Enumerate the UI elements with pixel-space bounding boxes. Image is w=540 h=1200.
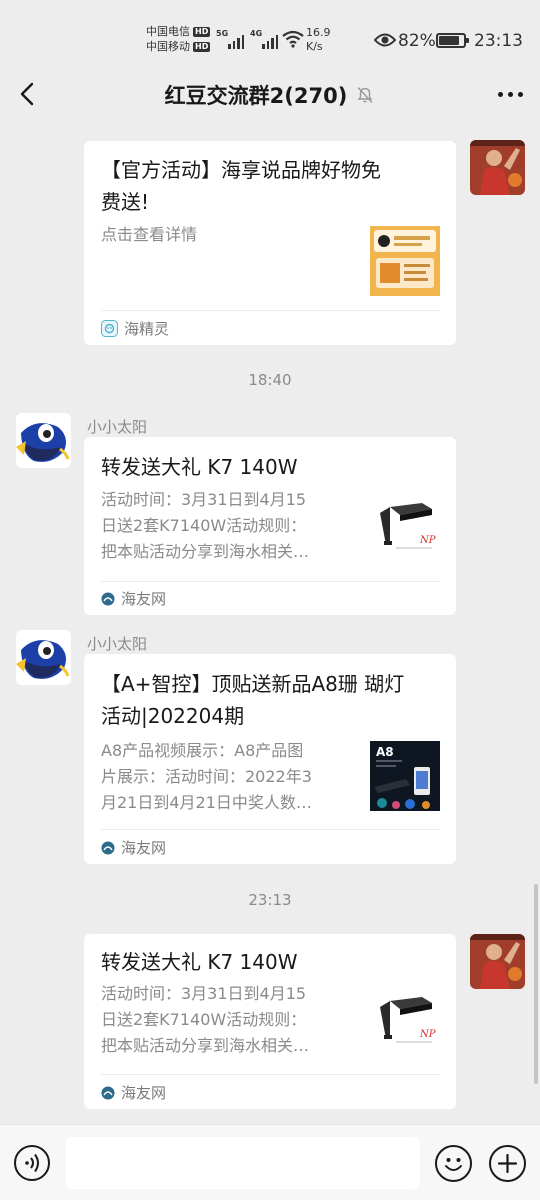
card-title: 【官方活动】海享说品牌好物免 费送! (101, 158, 381, 214)
link-card-message[interactable]: 转发送大礼 K7 140W 活动时间：3月31日到4月15 日送2套K7140W… (84, 437, 456, 615)
emoji-button[interactable] (435, 1145, 472, 1182)
status-bar: 中国电信 HD 中国移动 HD 5G 4G 16.9 K/s 82% 23:13 (0, 0, 540, 62)
emoji-icon (445, 1158, 462, 1171)
network-type-label: 4G (250, 29, 263, 38)
bell-off-icon (357, 87, 373, 103)
eye-comfort-icon (374, 33, 396, 47)
card-description: 点击查看详情 (101, 225, 198, 244)
group-name: 红豆交流群2(270) (164, 84, 348, 108)
carrier-1: 中国电信 (146, 25, 190, 38)
input-bar (0, 1124, 540, 1200)
card-source: 海友网 (101, 837, 166, 858)
card-title: 转发送大礼 K7 140W (101, 455, 298, 479)
carrier-info: 中国电信 HD 中国移动 HD (146, 24, 211, 54)
speed-value: 16.9 (306, 26, 331, 39)
site-icon (101, 841, 115, 854)
card-thumbnail: A8 (370, 741, 440, 811)
chat-title: 红豆交流群2(270) (0, 80, 540, 110)
more-options-button[interactable] (494, 80, 526, 108)
card-divider (101, 581, 440, 582)
link-card-message[interactable]: 【A+智控】顶贴送新品A8珊 瑚灯 活动|202204期 A8产品视频展示：A8… (84, 654, 456, 864)
card-source: 海友网 (101, 588, 166, 609)
source-name: 海友网 (121, 839, 167, 857)
thumb-brand: NP (419, 1029, 436, 1040)
card-description: A8产品视频展示：A8产品图 片展示：活动时间：2022年3 月21日到4月21… (101, 741, 312, 812)
sender-name: 小小太阳 (87, 418, 148, 436)
timestamp: 23:13 (248, 891, 292, 909)
card-source: 海友网 (101, 1082, 166, 1103)
site-icon (101, 592, 115, 605)
card-description: 活动时间：3月31日到4月15 日送2套K7140W活动规则： 把本贴活动分享到… (101, 984, 310, 1055)
battery-fill (439, 36, 459, 45)
card-title: 转发送大礼 K7 140W (101, 950, 298, 974)
scrollbar[interactable] (534, 884, 538, 1084)
chat-header: 红豆交流群2(270) (0, 62, 540, 126)
sender-avatar[interactable] (16, 413, 71, 468)
signal-4g-icon: 4G (250, 29, 278, 49)
card-divider (101, 829, 440, 830)
card-thumbnail: NP (370, 493, 440, 563)
card-source: 海精灵 (101, 318, 169, 339)
card-title: 【A+智控】顶贴送新品A8珊 瑚灯 活动|202204期 (101, 672, 405, 728)
source-name: 海友网 (121, 590, 167, 608)
network-speed: 16.9 K/s (306, 26, 331, 54)
signal-5g-icon: 5G (216, 29, 244, 49)
wifi-icon (282, 30, 304, 48)
thumb-label: A8 (376, 745, 394, 759)
more-dots-icon (497, 91, 503, 97)
voice-icon (25, 1153, 39, 1173)
card-thumbnail: NP (370, 987, 440, 1057)
network-type-label: 5G (216, 29, 229, 38)
link-card-message[interactable]: 【官方活动】海享说品牌好物免 费送! 点击查看详情 海精灵 (84, 141, 456, 345)
my-avatar[interactable] (470, 934, 525, 989)
link-card-message[interactable]: 转发送大礼 K7 140W 活动时间：3月31日到4月15 日送2套K7140W… (84, 934, 456, 1109)
hd-badge: HD (193, 26, 211, 37)
card-divider (101, 1074, 440, 1075)
hd-badge: HD (193, 41, 211, 52)
message-list[interactable]: 【官方活动】海享说品牌好物免 费送! 点击查看详情 海精灵 18:40 小小太阳… (0, 126, 540, 1124)
status-time: 23:13 (474, 31, 523, 51)
card-thumbnail (370, 226, 440, 296)
more-functions-button[interactable] (489, 1145, 526, 1182)
source-name: 海友网 (121, 1084, 167, 1102)
site-icon (101, 1086, 115, 1099)
card-divider (101, 310, 440, 311)
thumb-brand: NP (419, 535, 436, 546)
voice-button[interactable] (14, 1145, 50, 1181)
sender-avatar[interactable] (16, 630, 71, 685)
battery-percent: 82% (398, 31, 436, 51)
timestamp: 18:40 (248, 371, 292, 389)
sender-name: 小小太阳 (87, 635, 148, 653)
battery-icon (436, 33, 469, 48)
message-input[interactable] (66, 1137, 420, 1189)
plus-icon (497, 1153, 518, 1174)
card-description: 活动时间：3月31日到4月15 日送2套K7140W活动规则： 把本贴活动分享到… (101, 490, 310, 561)
source-name: 海精灵 (124, 320, 170, 338)
mini-program-icon (101, 320, 118, 337)
carrier-2: 中国移动 (146, 40, 190, 53)
speed-unit: K/s (306, 40, 323, 53)
my-avatar[interactable] (470, 140, 525, 195)
